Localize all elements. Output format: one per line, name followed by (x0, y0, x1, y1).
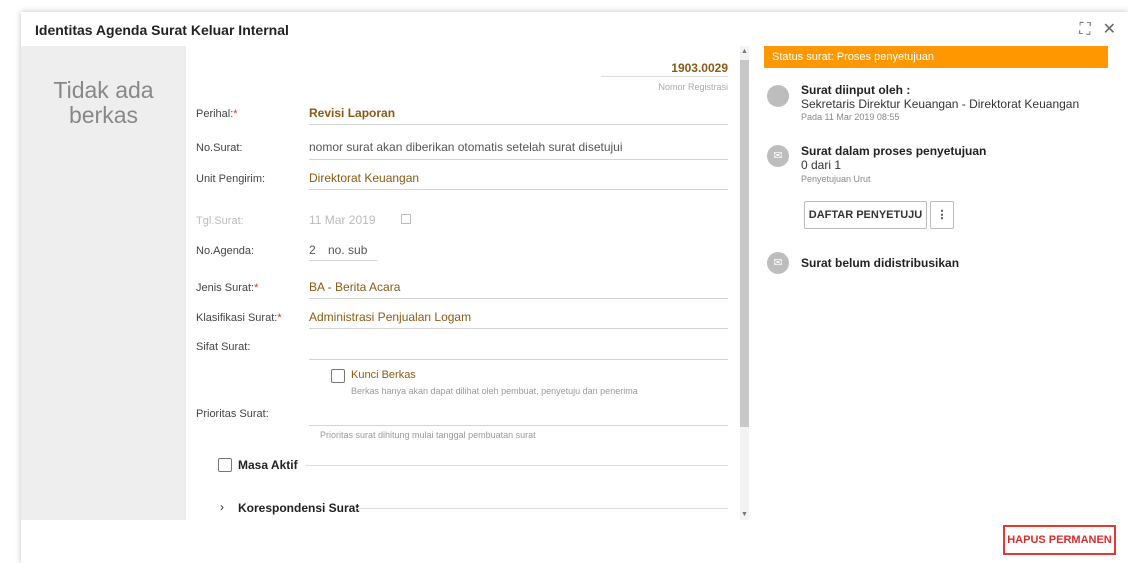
daftar-penyetuju-button[interactable]: DAFTAR PENYETUJU (804, 201, 927, 229)
korespondensi-divider (356, 508, 728, 509)
approval-count: 0 dari 1 (801, 158, 842, 172)
no-attachment-text: Tidak ada berkas (53, 77, 154, 128)
unit-pengirim-label: Unit Pengirim: (196, 173, 266, 185)
no-agenda-underline (309, 260, 377, 261)
jenis-surat-label: Jenis Surat:* (196, 282, 259, 294)
approval-title: Surat dalam proses penyetujuan (801, 144, 987, 158)
mail-icon: ✉ (767, 252, 789, 274)
kunci-berkas-hint: Berkas hanya akan dapat dilihat oleh pem… (351, 386, 638, 396)
mail-icon: ✉ (767, 145, 789, 167)
window-controls: ⛶ ✕ (1079, 20, 1116, 40)
registration-number: 1903.0029 (671, 61, 728, 75)
masa-aktif-divider (306, 465, 728, 466)
fullscreen-icon[interactable]: ⛶ (1079, 20, 1090, 40)
no-surat-label: No.Surat: (196, 142, 243, 154)
klasifikasi-surat-underline (309, 328, 728, 329)
perihal-field[interactable]: Revisi Laporan (309, 106, 395, 120)
no-agenda-field[interactable]: 2 (309, 243, 316, 257)
no-sub-field[interactable]: no. sub (328, 243, 367, 257)
input-by-title: Surat diinput oleh : (801, 83, 911, 97)
agenda-dialog: Identitas Agenda Surat Keluar Internal ⛶… (21, 12, 1128, 563)
prioritas-surat-hint: Prioritas surat dihitung mulai tanggal p… (320, 430, 536, 440)
more-options-icon[interactable]: ⋮ (930, 201, 954, 229)
registration-underline (601, 76, 728, 77)
scrollbar-thumb[interactable] (740, 60, 749, 427)
letter-form: 1903.0029 Nomor Registrasi Perihal:* Rev… (196, 46, 731, 520)
masa-aktif-label: Masa Aktif (238, 458, 298, 472)
klasifikasi-surat-field[interactable]: Administrasi Penjualan Logam (309, 310, 471, 324)
distribution-status: Surat belum didistribusikan (801, 256, 960, 270)
scroll-down-icon[interactable]: ▼ (740, 511, 749, 518)
tgl-surat-field: 11 Mar 2019 (309, 213, 376, 227)
tgl-surat-label: Tgl.Surat: (196, 215, 244, 227)
no-surat-underline (309, 159, 728, 160)
prioritas-surat-label: Prioritas Surat: (196, 408, 269, 420)
no-surat-field: nomor surat akan diberikan otomatis sete… (309, 140, 623, 154)
unit-pengirim-field[interactable]: Direktorat Keuangan (309, 171, 419, 185)
chevron-right-icon[interactable]: › (220, 500, 224, 514)
no-agenda-label: No.Agenda: (196, 245, 255, 257)
form-scrollbar[interactable]: ▲ ▼ (740, 46, 749, 520)
unit-pengirim-underline (309, 189, 728, 190)
sifat-surat-underline (309, 359, 728, 360)
status-panel: Status surat: Proses penyetujuan Surat d… (764, 46, 1108, 368)
status-bar: Status surat: Proses penyetujuan (764, 46, 1108, 68)
close-icon[interactable]: ✕ (1103, 20, 1116, 40)
kunci-berkas-checkbox[interactable] (331, 369, 345, 383)
scroll-up-icon[interactable]: ▲ (740, 48, 749, 55)
jenis-surat-underline (309, 298, 728, 299)
korespondensi-toggle[interactable]: Korespondensi Surat (238, 501, 359, 515)
perihal-label: Perihal:* (196, 108, 238, 120)
input-by-name: Sekretaris Direktur Keuangan - Direktora… (801, 97, 1080, 111)
calendar-icon (401, 214, 411, 224)
user-avatar-icon (767, 85, 789, 107)
attachment-panel: Tidak ada berkas (21, 46, 186, 520)
dialog-title: Identitas Agenda Surat Keluar Internal (35, 22, 289, 38)
sifat-surat-label: Sifat Surat: (196, 341, 251, 353)
input-time: Pada 11 Mar 2019 08:55 (801, 112, 900, 122)
jenis-surat-field[interactable]: BA - Berita Acara (309, 280, 400, 294)
prioritas-surat-underline (309, 425, 728, 426)
approval-type: Penyetujuan Urut (801, 174, 871, 184)
hapus-permanen-button[interactable]: HAPUS PERMANEN (1003, 525, 1116, 555)
kunci-berkas-label: Kunci Berkas (351, 369, 416, 381)
registration-label: Nomor Registrasi (658, 82, 728, 92)
perihal-underline (309, 124, 728, 125)
klasifikasi-surat-label: Klasifikasi Surat:* (196, 312, 282, 324)
masa-aktif-checkbox[interactable] (218, 458, 232, 472)
